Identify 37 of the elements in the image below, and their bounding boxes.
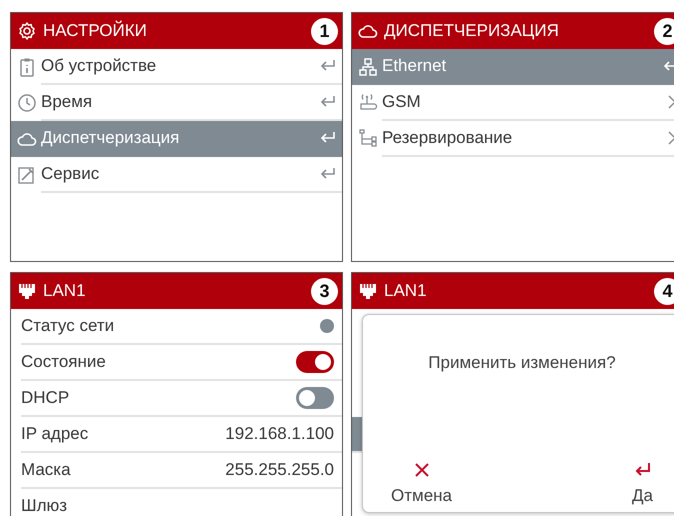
setting-value: 255.255.255.0	[225, 460, 334, 480]
step-number: 2	[654, 18, 674, 44]
step-number: 4	[654, 278, 674, 304]
ethernet-port-icon	[17, 281, 37, 301]
step-number: 1	[311, 18, 338, 44]
network-icon	[358, 57, 378, 77]
toggle-switch[interactable]	[296, 351, 334, 373]
cancel-button[interactable]: Отмена	[391, 460, 452, 506]
setting-label: Шлюз	[21, 496, 68, 516]
ethernet-port-icon	[358, 281, 378, 301]
return-arrow-icon	[320, 95, 336, 109]
panel-title: LAN1	[384, 281, 427, 301]
setting-label: Состояние	[21, 352, 106, 372]
tree-icon	[358, 129, 378, 149]
setting-label: Маска	[21, 460, 71, 480]
menu-item[interactable]: Ethernet	[352, 49, 674, 85]
return-arrow-icon	[320, 131, 336, 145]
setting-label: DHCP	[21, 388, 70, 408]
menu-item[interactable]: Диспетчеризация	[11, 121, 342, 157]
toggle-switch[interactable]	[296, 387, 334, 409]
setting-value: 192.168.1.100	[225, 424, 334, 444]
dialog-message: Применить изменения?	[427, 353, 617, 373]
gear-icon	[17, 21, 37, 41]
setting-label: IP адрес	[21, 424, 88, 444]
menu-item[interactable]: Резервирование	[352, 121, 674, 157]
setting-label: Статус сети	[21, 316, 114, 336]
return-arrow-icon	[320, 167, 336, 181]
menu-item[interactable]: Об устройстве	[11, 49, 342, 85]
panel-title: НАСТРОЙКИ	[43, 21, 147, 41]
confirm-button[interactable]: Да	[632, 460, 653, 506]
panel-title: LAN1	[43, 281, 86, 301]
menu-item[interactable]: Сервис	[11, 157, 342, 193]
step-number: 3	[311, 278, 338, 304]
return-arrow-icon	[320, 59, 336, 73]
clock-icon	[17, 93, 37, 113]
menu-item[interactable]: GSM	[352, 85, 674, 121]
panel-title: ДИСПЕТЧЕРИЗАЦИЯ	[384, 21, 559, 41]
